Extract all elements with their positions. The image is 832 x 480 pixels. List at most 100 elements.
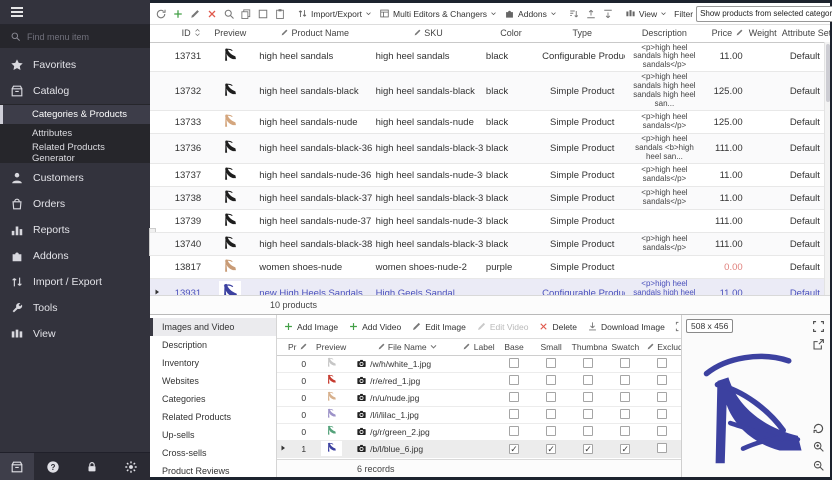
product-row-13733[interactable]: 13733high heel sandals-nudehigh heel san…: [150, 111, 830, 134]
add-image-button[interactable]: Add Image: [279, 318, 342, 336]
image-column-header-preview[interactable]: Preview: [308, 339, 354, 355]
scrollbar-thumb[interactable]: [826, 44, 830, 102]
checkbox-unchecked[interactable]: [657, 358, 667, 368]
sidebar-subitem-attributes[interactable]: Attributes: [0, 124, 150, 143]
column-header-sku[interactable]: SKU: [373, 25, 483, 42]
image-column-header-swatch[interactable]: Swatch: [607, 339, 644, 355]
checkbox-checked[interactable]: ✓: [546, 444, 556, 454]
checkbox-unchecked[interactable]: [509, 409, 519, 419]
sidebar-item-view[interactable]: View: [0, 321, 150, 347]
image-row-n-u-nude-jpg[interactable]: 0/n/u/nude.jpg: [277, 389, 681, 406]
tab-images-and-video[interactable]: Images and Video: [150, 318, 276, 336]
column-header-id[interactable]: ID: [160, 25, 204, 42]
product-row-13738[interactable]: 13738high heel sandals-black-37high heel…: [150, 187, 830, 210]
column-header-color[interactable]: Color: [483, 25, 539, 42]
hamburger-menu-icon[interactable]: [9, 4, 25, 20]
tab-related-products[interactable]: Related Products: [150, 408, 276, 426]
fullscreen-icon[interactable]: [812, 320, 825, 333]
delete-button[interactable]: Delete: [534, 318, 581, 336]
tab-description[interactable]: Description: [150, 336, 276, 354]
sidebar-item-catalog[interactable]: Catalog: [0, 78, 150, 104]
add-video-button[interactable]: Add Video: [344, 318, 405, 336]
sidebar-item-orders[interactable]: Orders: [0, 191, 150, 217]
tab-categories[interactable]: Categories: [150, 390, 276, 408]
copy-button[interactable]: [238, 5, 254, 23]
checkbox-checked[interactable]: ✓: [509, 444, 519, 454]
checkbox-unchecked[interactable]: [620, 426, 630, 436]
sidebar-subitem-related-products-generator[interactable]: Related Products Generator: [0, 143, 150, 162]
tab-websites[interactable]: Websites: [150, 372, 276, 390]
sidebar-search[interactable]: Find menu item: [0, 25, 150, 48]
refresh-button[interactable]: [153, 5, 169, 23]
multi-editors-changers-dropdown[interactable]: Multi Editors & Changers: [376, 5, 500, 23]
add-product-button[interactable]: [170, 5, 186, 23]
image-row-g-r-green-2-jpg[interactable]: 0/g/r/green_2.jpg: [277, 423, 681, 440]
expand-rows-button[interactable]: [600, 5, 616, 23]
column-header-price[interactable]: Price: [704, 25, 746, 42]
image-column-header-base[interactable]: Base: [496, 339, 533, 355]
column-header-description[interactable]: Description: [625, 25, 703, 42]
import-export-dropdown[interactable]: Import/Export: [294, 5, 375, 23]
checkbox-unchecked[interactable]: [657, 426, 667, 436]
checkbox-unchecked[interactable]: [583, 358, 593, 368]
checkbox-unchecked[interactable]: [657, 409, 667, 419]
paste-button[interactable]: [272, 5, 288, 23]
column-header-product-name[interactable]: Product Name: [256, 25, 372, 42]
checkbox-unchecked[interactable]: [546, 375, 556, 385]
column-header-attribute-set-name[interactable]: Attribute Set Name: [780, 25, 830, 42]
checkbox-unchecked[interactable]: [657, 392, 667, 402]
view-dropdown[interactable]: View: [622, 5, 670, 23]
image-row-r-e-red-1-jpg[interactable]: 0/r/e/red_1.jpg: [277, 372, 681, 389]
checkbox-unchecked[interactable]: [620, 375, 630, 385]
archive-button[interactable]: [0, 453, 34, 480]
checkbox-checked[interactable]: ✓: [620, 444, 630, 454]
checkbox-unchecked[interactable]: [509, 375, 519, 385]
delete-product-button[interactable]: [204, 5, 220, 23]
product-row-13732[interactable]: 13732high heel sandals-blackhigh heel sa…: [150, 72, 830, 111]
product-row-13737[interactable]: 13737high heel sandals-nude-36high heel …: [150, 164, 830, 187]
image-column-header-label[interactable]: Label: [460, 339, 495, 355]
tab-up-sells[interactable]: Up-sells: [150, 426, 276, 444]
edit-image-button[interactable]: Edit Image: [407, 318, 470, 336]
checkbox-unchecked[interactable]: [620, 358, 630, 368]
checkbox-unchecked[interactable]: [546, 392, 556, 402]
tab-cross-sells[interactable]: Cross-sells: [150, 444, 276, 462]
image-column-header-file-name[interactable]: File Name: [354, 339, 460, 355]
checkbox-unchecked[interactable]: [583, 392, 593, 402]
checkbox-unchecked[interactable]: [509, 392, 519, 402]
image-row-b-l-blue-6-jpg[interactable]: 1/b/l/blue_6.jpg✓✓✓✓: [277, 440, 681, 457]
checkbox-unchecked[interactable]: [657, 443, 667, 453]
help-button[interactable]: [34, 460, 73, 474]
tab-inventory[interactable]: Inventory: [150, 354, 276, 372]
checkbox-unchecked[interactable]: [657, 375, 667, 385]
checkbox-unchecked[interactable]: [620, 409, 630, 419]
sidebar-subitem-categories-products[interactable]: Categories & Products: [0, 105, 150, 124]
image-row-w-h-white-1-jpg[interactable]: 0/w/h/white_1.jpg: [277, 355, 681, 372]
product-row-13731[interactable]: 13731high heel sandalshigh heel sandalsb…: [150, 42, 830, 72]
image-column-header-exclude[interactable]: Exclude: [644, 339, 681, 355]
checkbox-unchecked[interactable]: [583, 375, 593, 385]
zoom-out-icon[interactable]: [812, 459, 825, 472]
addons-dropdown[interactable]: Addons: [501, 5, 560, 23]
open-external-icon[interactable]: [812, 338, 825, 351]
image-column-header-small[interactable]: Small: [533, 339, 570, 355]
column-header-weight[interactable]: Weight: [746, 25, 780, 42]
column-header-type[interactable]: Type: [539, 25, 625, 42]
image-column-header-pr[interactable]: Pr: [286, 339, 308, 355]
lock-button[interactable]: [73, 460, 112, 474]
download-image-button[interactable]: Download Image: [583, 318, 669, 336]
edit-product-button[interactable]: [187, 5, 203, 23]
column-header-preview[interactable]: Preview: [204, 25, 256, 42]
sidebar-item-tools[interactable]: Tools: [0, 295, 150, 321]
rotate-icon[interactable]: [812, 422, 825, 435]
product-row-13817[interactable]: 13817women shoes-nudewomen shoes-nude-2p…: [150, 256, 830, 279]
filter-select[interactable]: Show products from selected categories: [696, 6, 832, 22]
product-row-13740[interactable]: 13740high heel sandals-black-38high heel…: [150, 233, 830, 256]
sort-button[interactable]: [566, 5, 582, 23]
checkbox-unchecked[interactable]: [546, 358, 556, 368]
checkbox-unchecked[interactable]: [583, 409, 593, 419]
image-column-header-thumbna[interactable]: Thumbna: [570, 339, 607, 355]
checkbox-unchecked[interactable]: [620, 392, 630, 402]
tab-product-reviews[interactable]: Product Reviews: [150, 462, 276, 480]
checkbox-unchecked[interactable]: [509, 426, 519, 436]
